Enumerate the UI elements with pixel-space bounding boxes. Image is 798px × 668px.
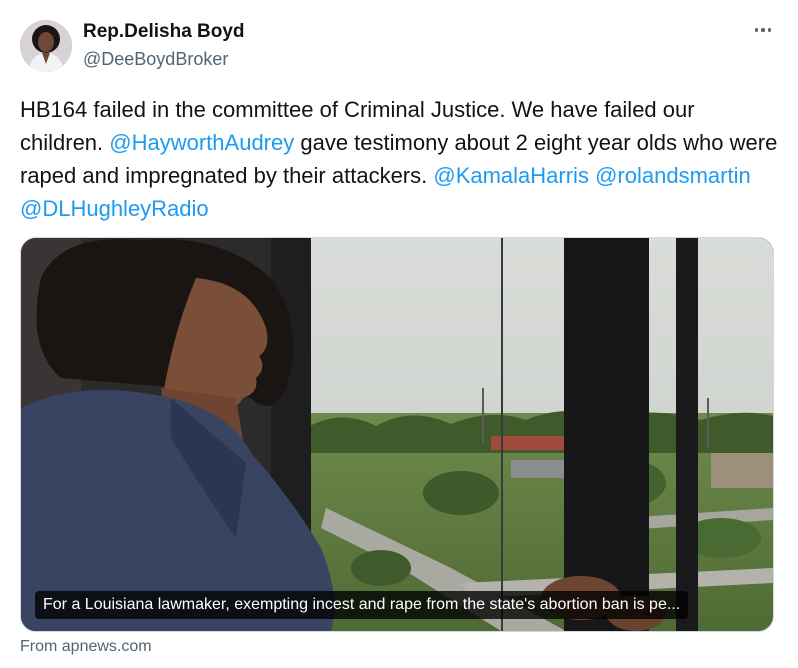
mention-hayworthaudrey[interactable]: @HayworthAudrey: [109, 130, 294, 155]
avatar[interactable]: [20, 20, 72, 72]
tweet-text: HB164 failed in the committee of Crimina…: [20, 93, 780, 225]
card-caption: For a Louisiana lawmaker, exempting ince…: [35, 591, 689, 619]
author-name[interactable]: Rep.Delisha Boyd: [83, 21, 245, 43]
card-source[interactable]: From apnews.com: [20, 638, 152, 656]
card-image: [21, 238, 773, 631]
author-handle[interactable]: @DeeBoydBroker: [83, 49, 228, 70]
ellipsis-icon[interactable]: [750, 20, 776, 40]
mention-dlhughleyradio[interactable]: @DLHughleyRadio: [20, 196, 209, 221]
mention-rolandsmartin[interactable]: @rolandsmartin: [595, 163, 751, 188]
mention-kamalaharris[interactable]: @KamalaHarris: [433, 163, 589, 188]
link-card[interactable]: For a Louisiana lawmaker, exempting ince…: [20, 237, 774, 632]
